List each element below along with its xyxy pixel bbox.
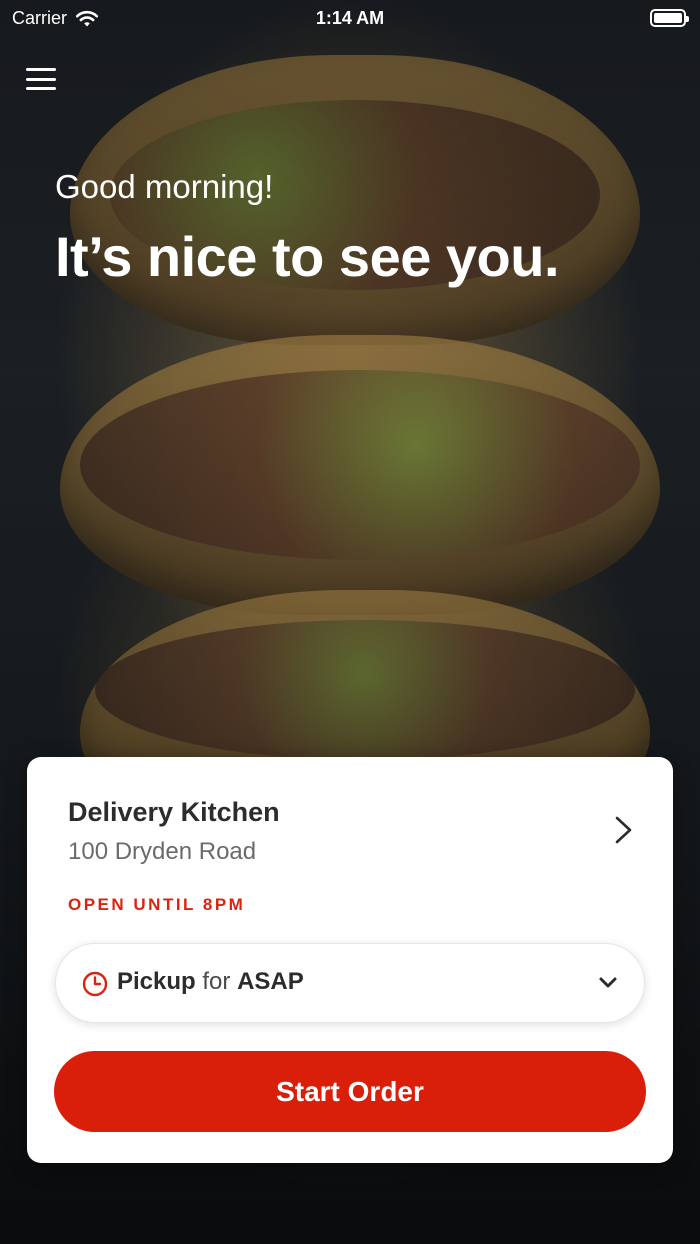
status-bar: Carrier 1:14 AM bbox=[0, 0, 700, 40]
greeting-text: Good morning! bbox=[55, 168, 274, 205]
battery-icon bbox=[650, 9, 689, 27]
status-time: 1:14 AM bbox=[315, 8, 385, 28]
hamburger-menu-icon[interactable] bbox=[26, 66, 56, 92]
start-order-button[interactable]: Start Order bbox=[54, 1051, 646, 1132]
pickup-connector: for bbox=[202, 968, 231, 995]
pickup-summary: Pickup for ASAP bbox=[117, 968, 304, 996]
pickup-time-selector[interactable]: Pickup for ASAP bbox=[55, 943, 645, 1023]
headline-text: It’s nice to see you. bbox=[55, 225, 560, 288]
pickup-time: ASAP bbox=[237, 968, 304, 995]
chevron-right-icon[interactable] bbox=[613, 815, 635, 845]
clock-icon bbox=[82, 971, 108, 997]
chevron-down-icon bbox=[599, 977, 617, 988]
store-address[interactable]: 100 Dryden Road bbox=[68, 838, 256, 866]
store-name[interactable]: Delivery Kitchen bbox=[68, 797, 280, 828]
store-card: Delivery Kitchen 100 Dryden Road OPEN UN… bbox=[27, 757, 673, 1163]
pickup-mode: Pickup bbox=[117, 968, 196, 995]
store-open-status: OPEN UNTIL 8PM bbox=[68, 895, 246, 914]
